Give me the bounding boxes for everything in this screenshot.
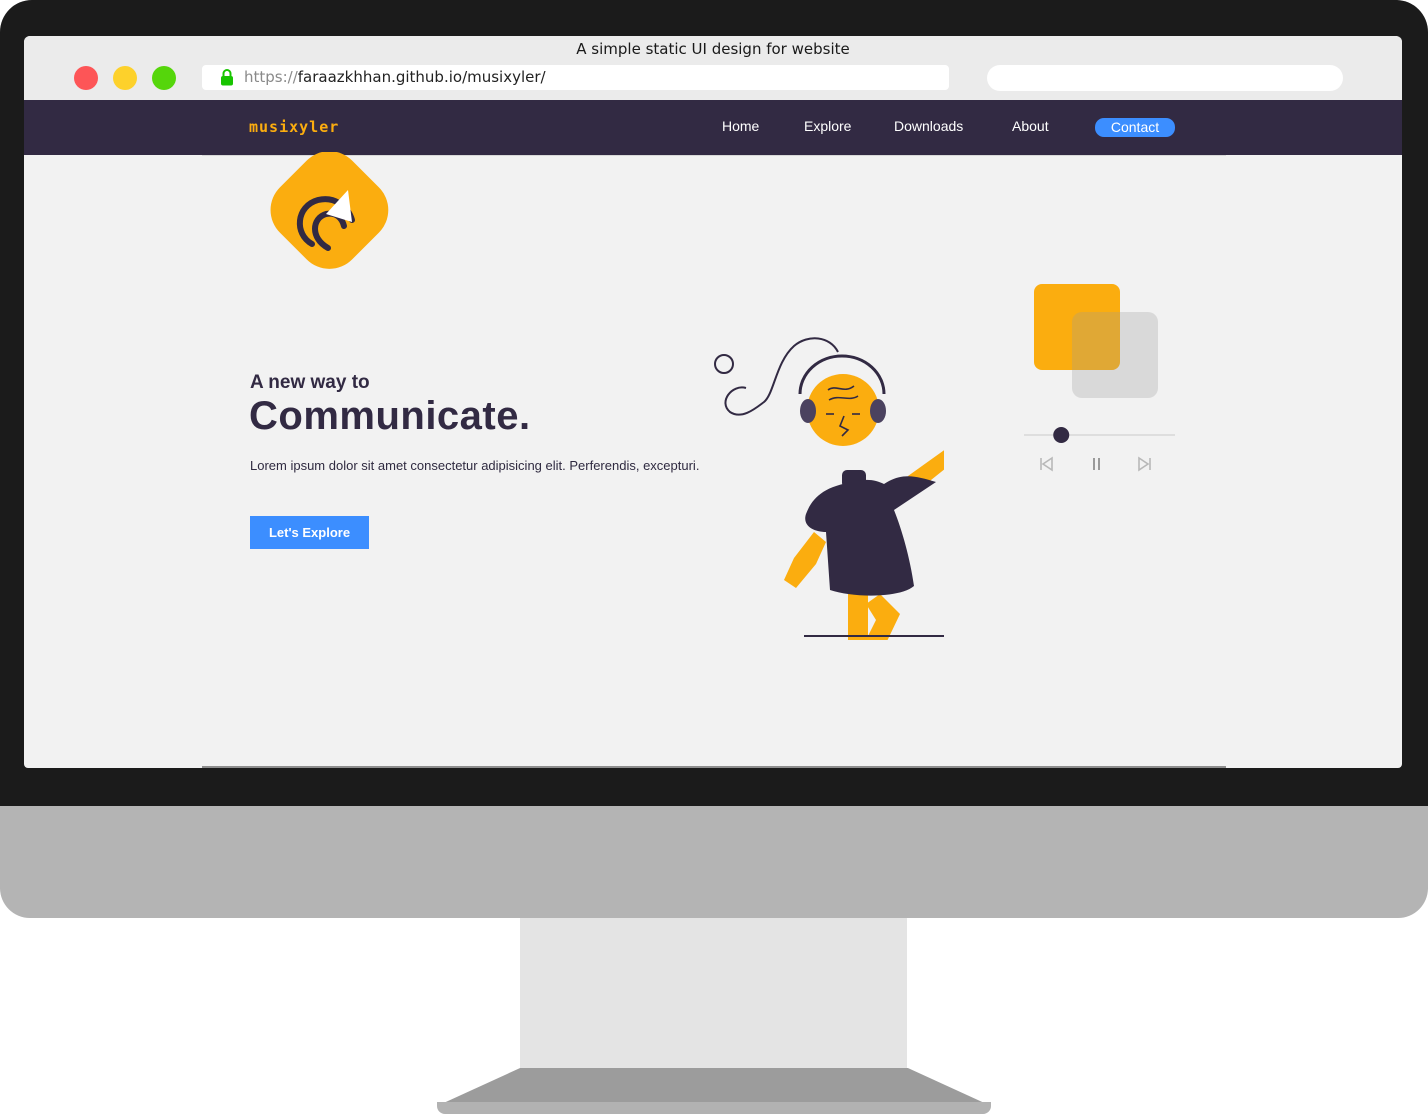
url-text[interactable]: https://faraazkhhan.github.io/musixyler/ <box>244 68 546 86</box>
hero-description: Lorem ipsum dolor sit amet consectetur a… <box>250 458 700 473</box>
music-player-widget <box>1024 284 1175 472</box>
address-bar[interactable]: https://faraazkhhan.github.io/musixyler/ <box>202 65 949 90</box>
pause-icon[interactable] <box>1093 458 1100 470</box>
lets-explore-button[interactable]: Let's Explore <box>250 516 369 549</box>
nav-explore[interactable]: Explore <box>804 118 851 134</box>
lock-icon <box>221 69 233 86</box>
screen: A simple static UI design for website ht… <box>24 36 1402 768</box>
nav-downloads[interactable]: Downloads <box>894 118 963 134</box>
skip-back-icon[interactable] <box>1040 456 1053 472</box>
nav-contact-button[interactable]: Contact <box>1095 118 1175 137</box>
browser-chrome: A simple static UI design for website ht… <box>24 36 1402 100</box>
monitor-stand-foot <box>437 1068 991 1106</box>
browser-search-bar[interactable] <box>987 65 1343 91</box>
album-cover-back <box>1072 312 1158 398</box>
site-brand[interactable]: musixyler <box>249 118 339 136</box>
skip-forward-icon[interactable] <box>1138 456 1151 472</box>
url-path: faraazkhhan.github.io/musixyler/ <box>297 68 546 86</box>
monitor-chin <box>0 806 1428 918</box>
nav-home[interactable]: Home <box>722 118 759 134</box>
hero-kicker: A new way to <box>250 372 370 393</box>
progress-knob[interactable] <box>1053 427 1070 443</box>
minimize-window-button[interactable] <box>113 66 137 90</box>
brand-logo-mark <box>270 152 389 269</box>
site-navbar <box>24 100 1402 155</box>
nav-about[interactable]: About <box>1012 118 1049 134</box>
hero-title: Communicate. <box>249 394 531 438</box>
music-listener-illustration <box>714 337 944 640</box>
monitor-stand-foot-edge <box>437 1102 991 1114</box>
monitor-stand-neck <box>520 918 907 1070</box>
close-window-button[interactable] <box>74 66 98 90</box>
page-bottom-divider <box>202 766 1226 768</box>
maximize-window-button[interactable] <box>152 66 176 90</box>
url-scheme: https:// <box>244 68 298 86</box>
window-title: A simple static UI design for website <box>576 40 850 58</box>
